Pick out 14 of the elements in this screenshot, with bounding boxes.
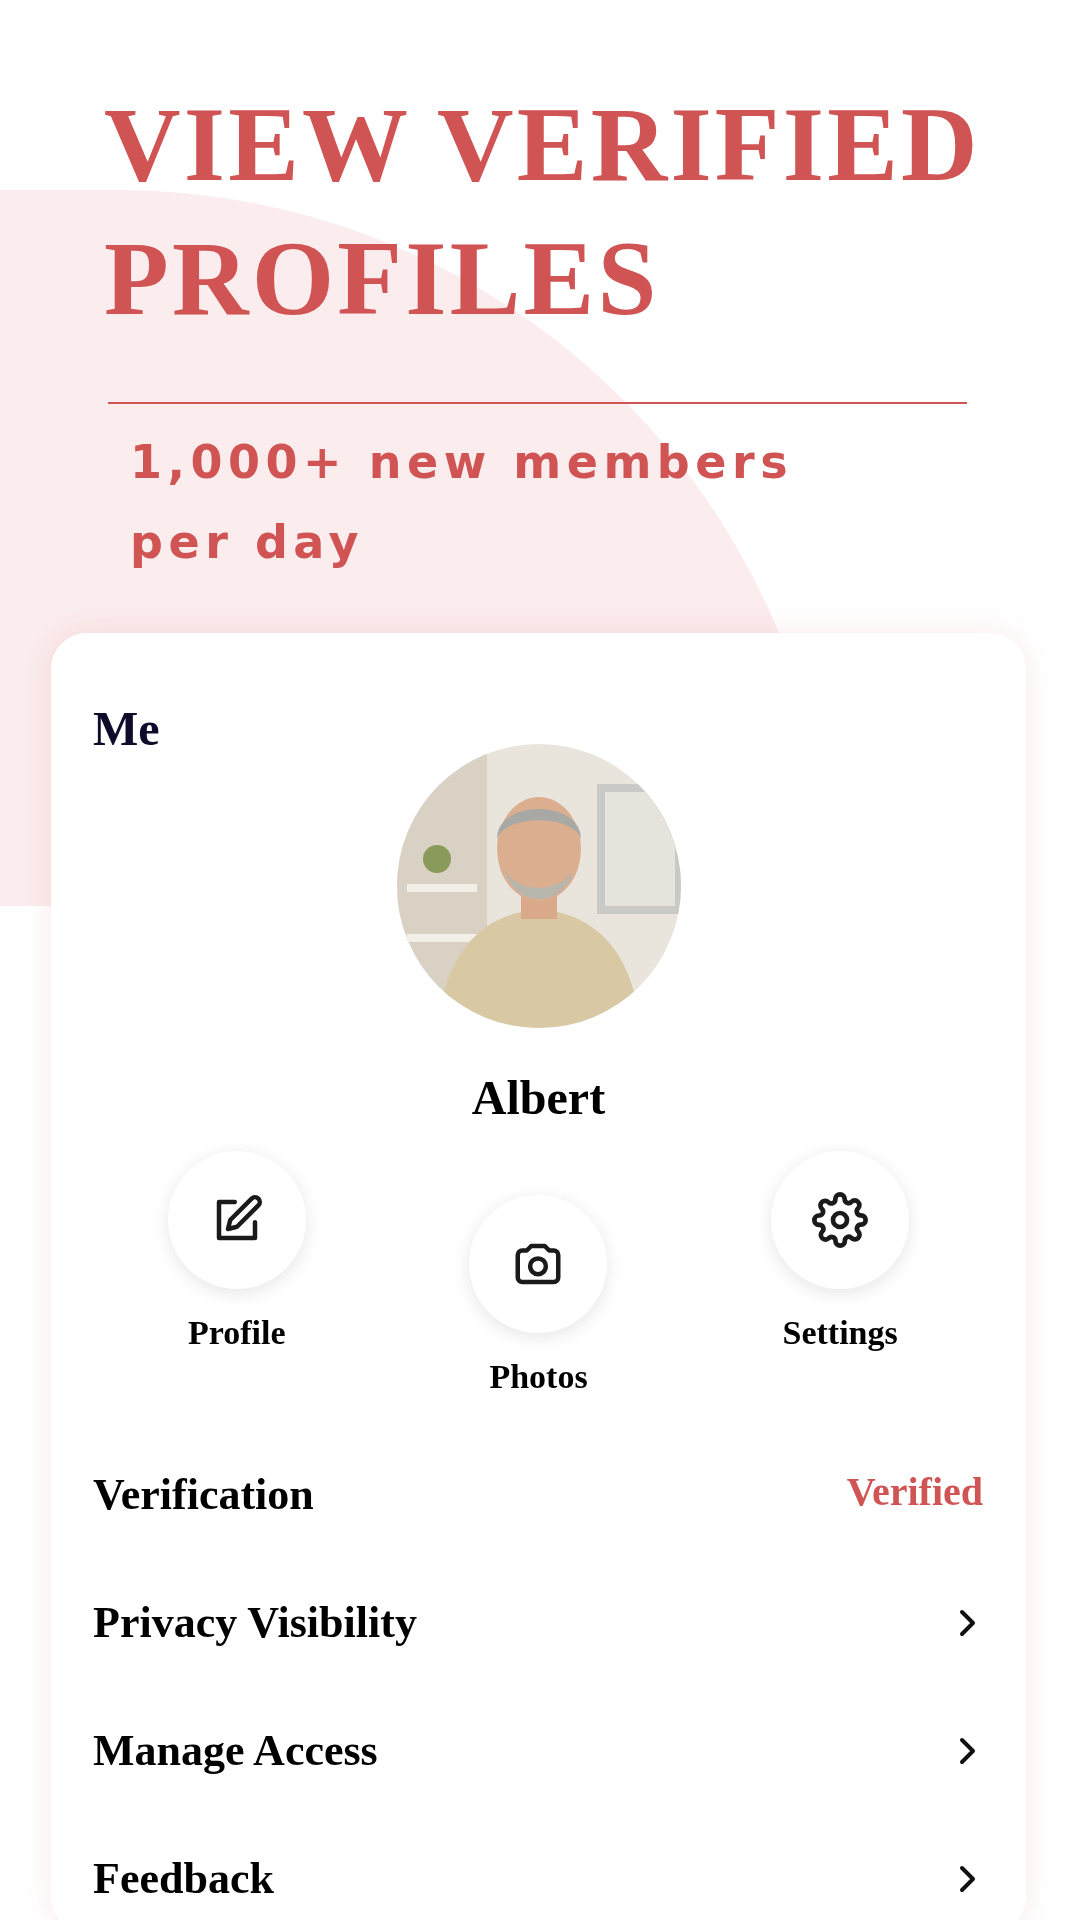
user-name: Albert: [471, 1071, 606, 1124]
status-text: Verified: [846, 1468, 983, 1516]
screen-title: Me: [93, 702, 160, 755]
action-label: Profile: [188, 1313, 286, 1353]
menu-item-label[interactable]: Verification: [93, 1469, 314, 1521]
menu-item-label[interactable]: Manage Access: [93, 1725, 378, 1777]
menu-item-label[interactable]: Feedback: [93, 1853, 274, 1905]
subheadline: 1,000+ new members per day: [130, 434, 795, 571]
action-label: Photos: [489, 1357, 588, 1397]
action-label: Settings: [782, 1313, 898, 1353]
menu-item-label[interactable]: Privacy Visibility: [93, 1597, 417, 1649]
settings-icon: [812, 1192, 869, 1248]
headline: VIEW VERIFIED: [104, 85, 981, 205]
headline: PROFILES: [104, 219, 660, 339]
